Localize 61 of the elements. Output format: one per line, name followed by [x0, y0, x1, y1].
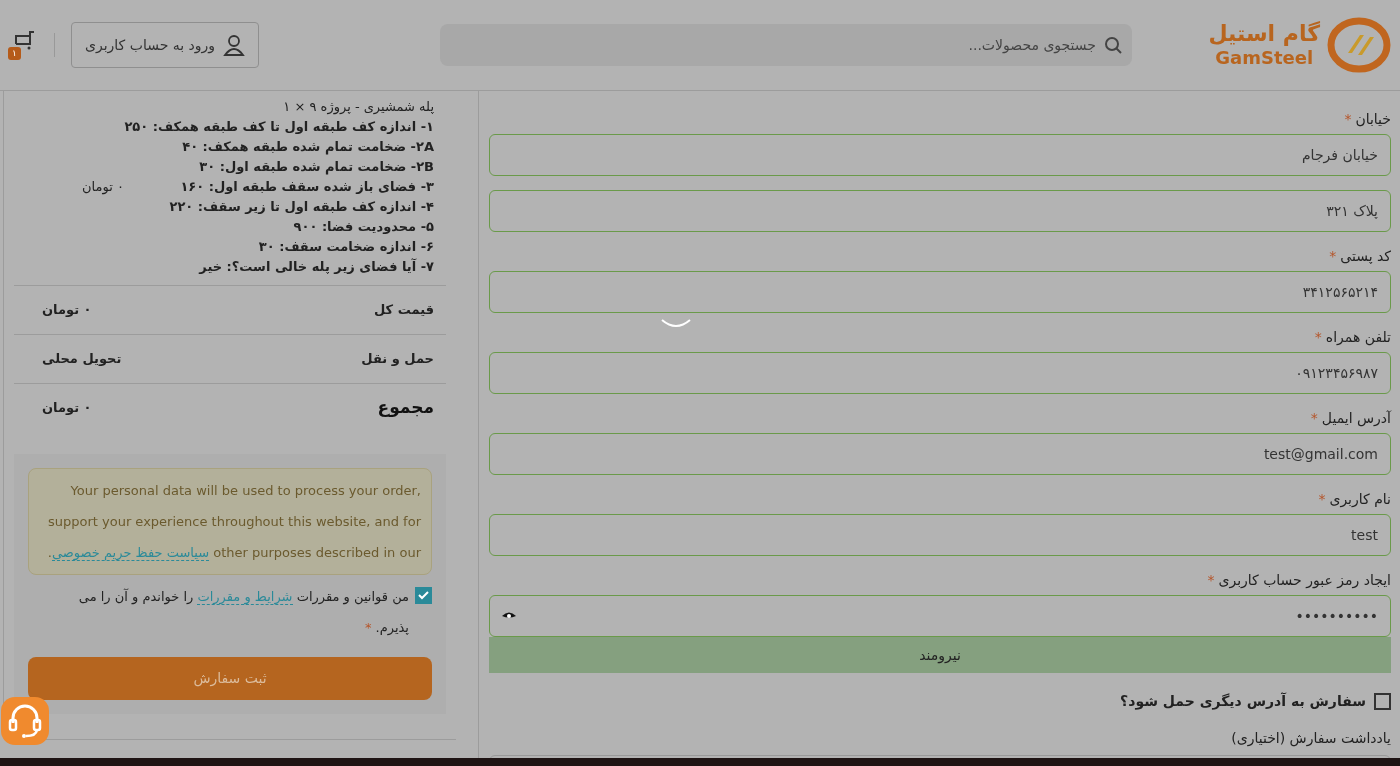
- search-placeholder: جستجوی محصولات...: [968, 35, 1096, 56]
- checkbox[interactable]: [1374, 693, 1391, 710]
- product-detail: ۲B- ضخامت تمام شده طبقه اول: ۳۰: [198, 158, 434, 177]
- field-label: کد پستی: [1340, 247, 1391, 266]
- input-field[interactable]: ۳۴۱۲۵۶۵۲۱۴: [489, 271, 1391, 313]
- required-mark: *: [1310, 409, 1318, 428]
- product-detail: ۲A- ضخامت تمام شده طبقه همکف: ۴۰: [181, 138, 434, 157]
- field-label: تلفن همراه: [1325, 328, 1391, 348]
- field-label: خیابان: [1355, 110, 1391, 129]
- field-value: test@gmail.com: [1263, 444, 1378, 464]
- field-value: test: [1351, 525, 1378, 545]
- required-mark: *: [1207, 571, 1215, 590]
- headset-icon: [8, 703, 42, 739]
- field-label: یادداشت سفارش (اختیاری): [1230, 729, 1391, 749]
- logo-text: گام استیل: [1208, 23, 1320, 45]
- search-icon: [1104, 36, 1122, 54]
- product-detail: ۶- اندازه ضخامت سقف: ۳۰: [257, 238, 434, 256]
- input-field[interactable]: test: [489, 514, 1391, 556]
- field-value: ••••••••••: [1295, 606, 1378, 626]
- logo-text: GamSteel: [1215, 49, 1314, 67]
- checkbox[interactable]: [415, 587, 432, 604]
- input-field[interactable]: ۰۹۱۲۳۴۵۶۹۸۷: [489, 352, 1391, 394]
- required-mark: *: [1329, 247, 1337, 266]
- required-mark: *: [1344, 110, 1352, 129]
- terms-text: من قوانین و مقررات شرایط و مقررات را خواندم و آن را می پذیرم. *: [77, 587, 409, 638]
- loading-spinner-icon: [660, 318, 692, 330]
- user-icon: [223, 34, 246, 56]
- product-detail: ۱- اندازه کف طبقه اول تا کف طبقه همکف: ۲۵۰: [124, 118, 434, 136]
- cart-badge: ۱: [8, 47, 21, 60]
- summary-value: ۰ تومان: [42, 301, 92, 320]
- field-value: خیابان فرجام: [1301, 145, 1378, 166]
- field-value: ۳۴۱۲۵۶۵۲۱۴: [1302, 282, 1378, 302]
- input-field[interactable]: test@gmail.com: [489, 433, 1391, 475]
- required-mark: *: [1314, 328, 1322, 347]
- product-detail: ۷- آیا فضای زیر پله خالی است؟: خیر: [197, 257, 434, 276]
- summary-value: ۰ تومان: [42, 399, 92, 418]
- product-detail: ۵- محدودیت فضا: ۹۰۰: [292, 218, 434, 236]
- login-button[interactable]: ورود به حساب کاربری: [71, 22, 260, 68]
- product-detail: ۳- فضای باز شده سقف طبقه اول: ۱۶۰: [179, 178, 434, 196]
- check-icon: [418, 591, 429, 600]
- eye-icon[interactable]: [502, 611, 516, 621]
- product-title: پله شمشیری - پروژه ۹ × ۱: [282, 98, 434, 117]
- summary-label: حمل و نقل: [361, 350, 434, 369]
- field-label: نام کاربری: [1329, 490, 1391, 510]
- field-label: آدرس ایمیل: [1321, 409, 1391, 429]
- field-value: ۰۹۱۲۳۴۵۶۹۸۷: [1295, 363, 1378, 383]
- cart-icon[interactable]: [12, 30, 36, 50]
- product-detail: ۴- اندازه کف طبقه اول تا زیر سقف: ۲۲۰: [168, 198, 434, 216]
- summary-label: مجموع: [377, 396, 434, 420]
- required-mark: *: [1318, 490, 1326, 509]
- input-field[interactable]: پلاک ۳۲۱: [489, 190, 1391, 232]
- checkbox-label: سفارش به آدرس دیگری حمل شود؟: [1120, 691, 1366, 712]
- summary-value: تحویل محلی: [42, 350, 122, 369]
- summary-label: قیمت کل: [374, 301, 434, 320]
- input-field[interactable]: خیابان فرجام: [489, 134, 1391, 176]
- product-price: ۰ تومان: [82, 178, 124, 197]
- search-field[interactable]: جستجوی محصولات...: [440, 24, 1132, 66]
- field-value: پلاک ۳۲۱: [1326, 201, 1378, 221]
- password-strength: نیرومند: [489, 637, 1391, 673]
- password-field[interactable]: ••••••••••: [489, 595, 1391, 637]
- field-label: ایجاد رمز عبور حساب کاربری: [1218, 571, 1391, 591]
